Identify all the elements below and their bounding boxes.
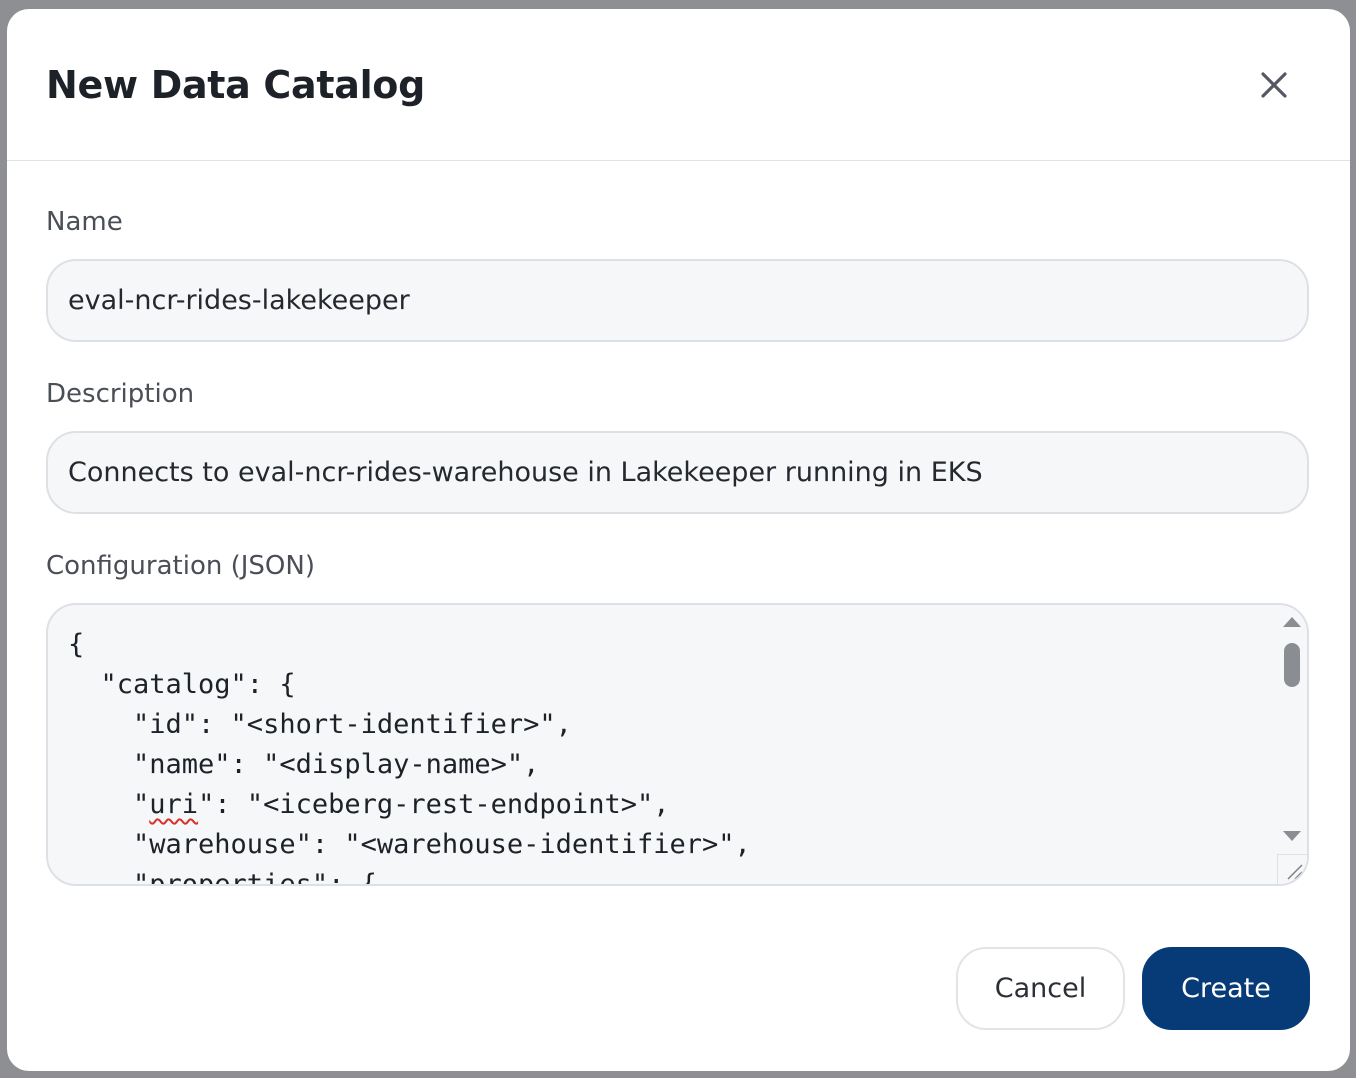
name-label: Name [46,207,123,237]
close-button[interactable] [1254,65,1294,105]
resize-handle[interactable] [1277,854,1307,884]
description-input[interactable] [46,431,1309,514]
dialog-header: New Data Catalog [7,9,1350,161]
json-code-content: { "catalog": { "id": "<short-identifier>… [68,625,751,886]
code-fragment: " [68,789,150,820]
dialog-title: New Data Catalog [46,63,426,107]
configuration-label: Configuration (JSON) [46,551,315,581]
create-button[interactable]: Create [1142,947,1310,1030]
scrollbar-thumb[interactable] [1284,643,1300,687]
code-line: { [68,629,85,660]
textarea-scrollbar[interactable] [1277,605,1307,853]
code-line: "catalog": { [68,669,296,700]
configuration-json-textarea[interactable]: { "catalog": { "id": "<short-identifier>… [46,603,1309,886]
cancel-button[interactable]: Cancel [956,947,1125,1030]
scroll-down-arrow-icon[interactable] [1283,831,1301,841]
code-line: "properties": { [68,869,377,886]
new-data-catalog-dialog: New Data Catalog Name Description Config… [7,9,1350,1071]
name-input[interactable] [46,259,1309,342]
resize-grip-icon [1287,864,1303,880]
description-label: Description [46,379,195,409]
scroll-up-arrow-icon[interactable] [1283,617,1301,627]
code-line: "uri": "<iceberg-rest-endpoint>", [68,789,669,820]
code-line: "name": "<display-name>", [68,749,540,780]
code-line: "warehouse": "<warehouse-identifier>", [68,829,751,860]
code-fragment: ": "<iceberg-rest-endpoint>", [198,789,670,820]
spellcheck-underlined-word: uri [149,789,199,820]
code-line: "id": "<short-identifier>", [68,709,572,740]
close-icon [1261,72,1287,98]
